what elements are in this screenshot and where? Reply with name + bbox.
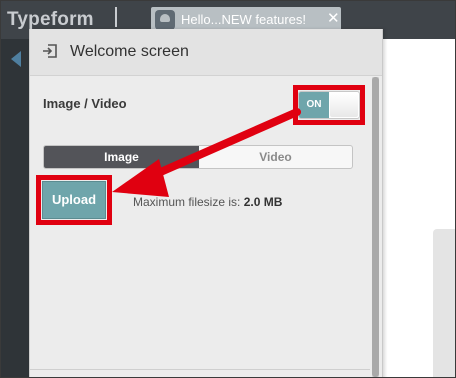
sidebar xyxy=(1,39,29,377)
close-icon[interactable]: ✕ xyxy=(327,11,340,27)
upload-button[interactable]: Upload xyxy=(42,181,106,219)
panel-header: Welcome screen xyxy=(30,29,382,76)
toggle-on-label: ON xyxy=(299,92,329,118)
avatar-icon xyxy=(155,10,175,30)
panel-title: Welcome screen xyxy=(70,43,189,60)
filesize-prefix: Maximum filesize is: xyxy=(133,195,241,209)
app-logo: Typeform xyxy=(7,9,94,30)
tab-video[interactable]: Video xyxy=(199,146,352,168)
welcome-screen-panel: Welcome screen Image / Video ON Image Vi… xyxy=(29,29,383,377)
filesize-note: Maximum filesize is: 2.0 MB xyxy=(133,195,282,209)
panel-scrollbar[interactable] xyxy=(372,77,379,377)
image-video-label: Image / Video xyxy=(43,96,127,111)
filesize-value: 2.0 MB xyxy=(243,195,283,209)
canvas-preview xyxy=(433,229,455,377)
app-window: Typeform Hello...NEW features! ✕ Welcome… xyxy=(0,0,456,378)
toggle-knob xyxy=(330,93,358,117)
logo-divider xyxy=(115,7,117,27)
tab-title: Hello...NEW features! xyxy=(181,12,306,27)
image-video-toggle[interactable]: ON xyxy=(298,91,360,119)
panel-divider xyxy=(30,369,370,370)
scrollbar-thumb[interactable] xyxy=(372,77,379,377)
back-arrow-icon[interactable] xyxy=(11,51,21,67)
tab-image[interactable]: Image xyxy=(44,146,199,168)
media-type-selector: Image Video xyxy=(43,145,353,169)
enter-icon xyxy=(43,44,57,58)
